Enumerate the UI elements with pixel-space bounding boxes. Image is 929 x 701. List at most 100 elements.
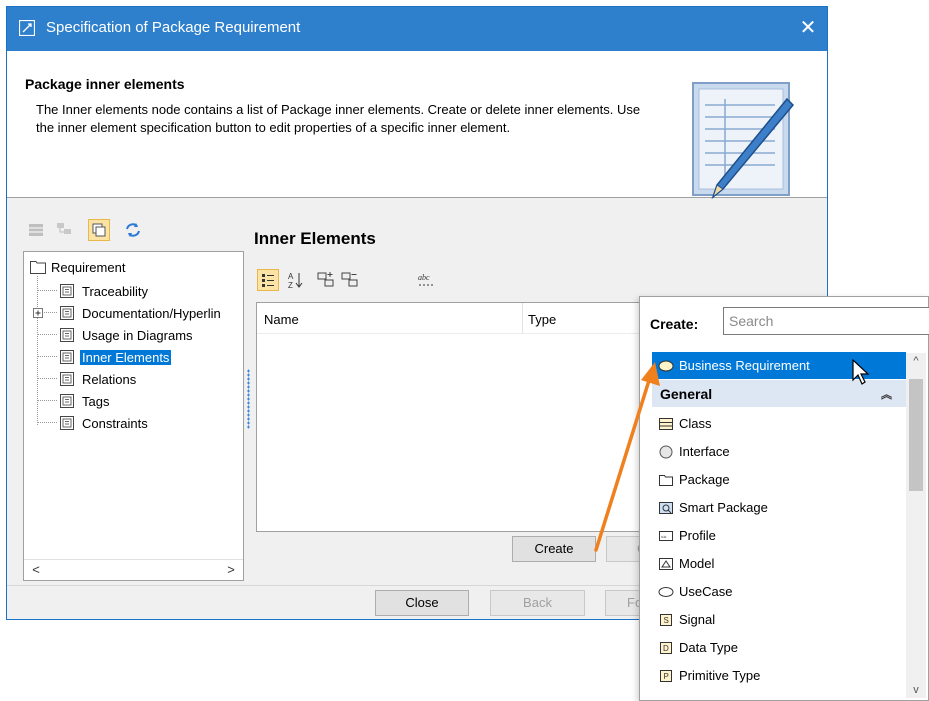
spec-page-icon bbox=[60, 372, 74, 386]
specification-window-icon bbox=[19, 20, 35, 36]
tree-item-label: Relations bbox=[82, 371, 137, 387]
spec-page-icon bbox=[60, 416, 74, 430]
list-item-smart-package[interactable]: Smart Package bbox=[652, 494, 906, 521]
spelling-icon[interactable]: abc bbox=[415, 269, 437, 291]
expand-all-icon[interactable] bbox=[315, 269, 337, 291]
smart-package-icon bbox=[659, 501, 673, 514]
tree-item-label: Documentation/Hyperlin bbox=[82, 305, 221, 321]
list-item-label: Business Requirement bbox=[679, 358, 810, 373]
tree-item-label: Usage in Diagrams bbox=[82, 327, 193, 343]
create-element-popup: Create: Business Requirement General ︽ C… bbox=[639, 296, 929, 701]
column-header-type[interactable]: Type bbox=[528, 312, 556, 327]
list-item-label: Data Type bbox=[679, 640, 739, 655]
tree-item-constraints[interactable]: Constraints bbox=[60, 413, 150, 433]
list-item-class[interactable]: Class bbox=[652, 410, 906, 437]
svg-text:P: P bbox=[664, 672, 669, 681]
list-item-interface[interactable]: Interface bbox=[652, 438, 906, 465]
svg-text:abc: abc bbox=[418, 273, 430, 282]
refresh-icon[interactable] bbox=[122, 219, 144, 241]
data-type-icon: D bbox=[660, 641, 672, 654]
group-label: General bbox=[660, 385, 713, 402]
header-area: Package inner elements The Inner element… bbox=[7, 51, 827, 199]
close-window-button[interactable]: ✕ bbox=[795, 15, 821, 41]
spec-page-icon bbox=[60, 328, 74, 342]
back-button[interactable]: Back bbox=[490, 590, 585, 616]
tree-item-label: Tags bbox=[82, 393, 110, 409]
spec-page-icon bbox=[60, 350, 74, 364]
scroll-thumb[interactable] bbox=[909, 379, 923, 491]
panel-title: Inner Elements bbox=[254, 229, 376, 248]
panel-splitter[interactable] bbox=[247, 369, 250, 429]
title-bar: Specification of Package Requirement ✕ bbox=[7, 7, 827, 51]
document-pencil-icon bbox=[692, 82, 795, 199]
list-item-label: Signal bbox=[679, 612, 716, 627]
sort-alphabetically-icon[interactable]: A Z bbox=[285, 269, 307, 291]
list-item-label: Package bbox=[679, 472, 730, 487]
list-item-usecase[interactable]: UseCase bbox=[652, 578, 906, 605]
group-by-type-icon[interactable] bbox=[257, 269, 279, 291]
list-item-label: Class bbox=[679, 416, 712, 431]
header-title: Package inner elements bbox=[25, 76, 185, 92]
list-item-profile[interactable]: «» Profile bbox=[652, 522, 906, 549]
tree-item-traceability[interactable]: Traceability bbox=[60, 281, 150, 301]
svg-text:A: A bbox=[288, 272, 294, 281]
scroll-up-icon[interactable]: ^ bbox=[906, 355, 926, 367]
tree-item-label: Traceability bbox=[82, 283, 148, 299]
scroll-left-icon[interactable]: < bbox=[26, 560, 46, 580]
list-item-package[interactable]: Package bbox=[652, 466, 906, 493]
signal-icon: S bbox=[660, 613, 672, 626]
tree-item-relations[interactable]: Relations bbox=[60, 369, 138, 389]
specification-tree: Requirement Traceability Documentation/H… bbox=[23, 251, 244, 581]
column-divider[interactable] bbox=[522, 303, 523, 333]
scroll-down-icon[interactable]: v bbox=[906, 684, 926, 696]
compact-view-icon[interactable] bbox=[88, 219, 110, 241]
list-item-label: Primitive Type bbox=[679, 668, 761, 683]
svg-text:D: D bbox=[663, 644, 669, 653]
tree-item-tags[interactable]: Tags bbox=[60, 391, 111, 411]
model-icon bbox=[659, 557, 673, 570]
spec-page-icon bbox=[60, 394, 74, 408]
list-item-label: Model bbox=[679, 556, 715, 571]
collapse-all-icon[interactable] bbox=[339, 269, 361, 291]
element-type-list: Business Requirement General ︽ Class Int… bbox=[652, 352, 906, 697]
list-item-data-type[interactable]: D Data Type bbox=[652, 634, 906, 661]
search-input[interactable] bbox=[723, 307, 929, 335]
list-item-label: Smart Package bbox=[679, 500, 768, 515]
tree-guide-lines bbox=[33, 276, 58, 425]
tree-item-usage-in-diagrams[interactable]: Usage in Diagrams bbox=[60, 325, 195, 345]
tree-item-inner-elements[interactable]: Inner Elements bbox=[60, 347, 172, 367]
package-icon bbox=[659, 474, 673, 486]
usecase-icon bbox=[658, 586, 674, 597]
list-item-label: Profile bbox=[679, 528, 716, 543]
svg-text:«»: «» bbox=[661, 534, 667, 540]
scroll-right-icon[interactable]: > bbox=[221, 560, 241, 580]
list-item-label: UseCase bbox=[679, 584, 733, 599]
list-item-label: Interface bbox=[679, 444, 730, 459]
show-properties-icon[interactable] bbox=[25, 219, 47, 241]
list-item-model[interactable]: Model bbox=[652, 550, 906, 577]
primitive-type-icon: P bbox=[660, 669, 672, 682]
close-button[interactable]: Close bbox=[375, 590, 469, 616]
list-item-signal[interactable]: S Signal bbox=[652, 606, 906, 633]
requirement-icon bbox=[658, 360, 674, 371]
create-label: Create: bbox=[650, 316, 699, 332]
collapse-group-icon[interactable]: ︽ bbox=[881, 386, 892, 402]
header-description: The Inner elements node contains a list … bbox=[36, 102, 641, 135]
column-header-name[interactable]: Name bbox=[264, 312, 299, 327]
tree-item-documentation[interactable]: Documentation/Hyperlin bbox=[60, 303, 223, 323]
tree-item-label: Constraints bbox=[82, 415, 148, 431]
window-title: Specification of Package Requirement bbox=[46, 19, 301, 36]
list-item-primitive-type[interactable]: P Primitive Type bbox=[652, 662, 906, 689]
interface-icon bbox=[659, 445, 673, 458]
tree-item-label: Inner Elements bbox=[80, 349, 172, 365]
svg-text:Z: Z bbox=[288, 281, 293, 290]
create-button[interactable]: Create bbox=[512, 536, 596, 562]
class-icon bbox=[659, 417, 673, 430]
mouse-cursor-icon bbox=[852, 358, 870, 385]
spec-page-icon bbox=[60, 284, 74, 298]
tree-view-icon[interactable] bbox=[53, 219, 75, 241]
tree-horizontal-scrollbar[interactable]: < > bbox=[24, 559, 243, 580]
svg-text:S: S bbox=[664, 616, 669, 625]
list-vertical-scrollbar[interactable]: ^ v bbox=[906, 353, 926, 698]
profile-icon: «» bbox=[659, 530, 673, 541]
